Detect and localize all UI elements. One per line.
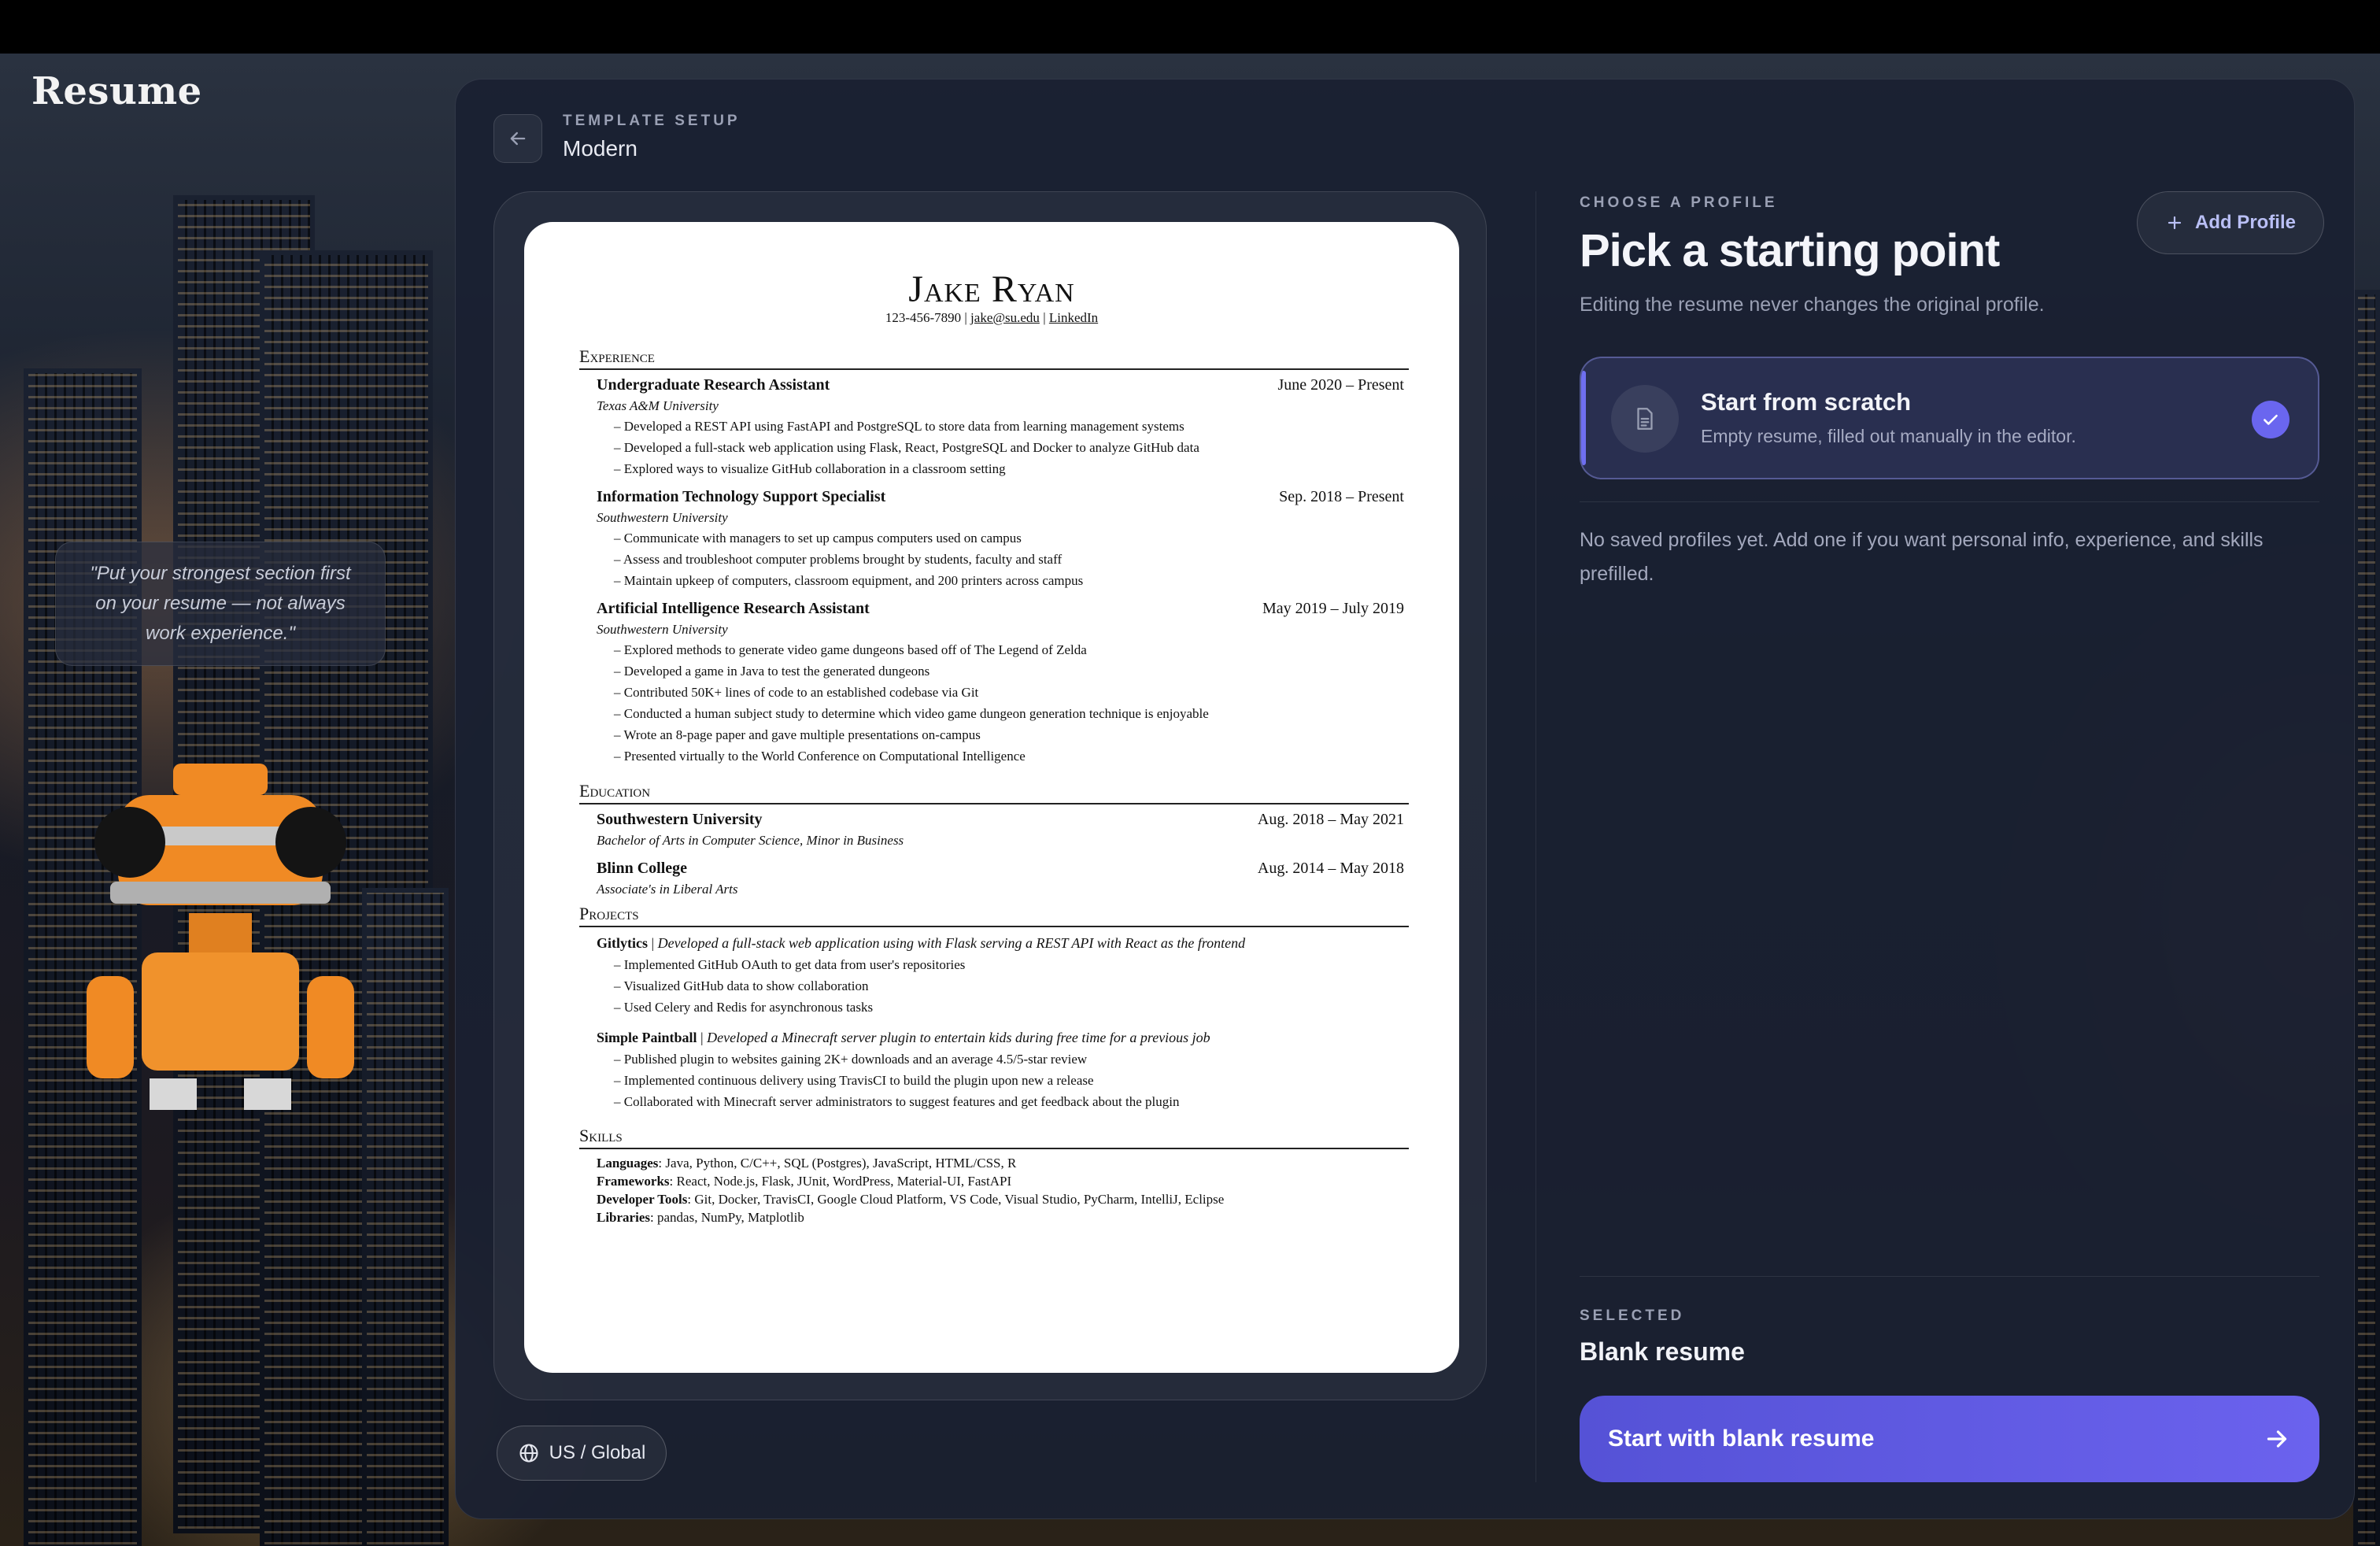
job-dates: Sep. 2018 – Present (1279, 488, 1404, 505)
bullet: – Assess and troubleshoot computer probl… (614, 552, 1062, 567)
bullet: – Implemented GitHub OAuth to get data f… (614, 957, 966, 972)
arrow-right-icon (2267, 1430, 2287, 1448)
divider (1580, 501, 2319, 502)
job-title: Artificial Intelligence Research Assista… (597, 600, 870, 617)
contact-phone: 123-456-7890 (885, 310, 962, 325)
bullet: – Used Celery and Redis for asynchronous… (614, 1000, 874, 1015)
bullet: – Developed a game in Java to test the g… (614, 664, 930, 679)
template-name: Modern (563, 136, 638, 161)
profile-column: CHOOSE A PROFILE Pick a starting point E… (1580, 80, 2324, 1518)
degree: Associate's in Liberal Arts (597, 882, 738, 897)
section-projects: Projects (579, 904, 1409, 927)
job-org: Texas A&M University (597, 398, 719, 413)
template-setup-panel: TEMPLATE SETUP Modern Jake Ryan 123-456-… (455, 79, 2355, 1519)
bullet: – Published plugin to websites gaining 2… (614, 1052, 1088, 1067)
option-subtitle: Empty resume, filled out manually in the… (1701, 426, 2076, 446)
start-blank-resume-button[interactable]: Start with blank resume (1580, 1396, 2319, 1482)
back-button[interactable] (493, 114, 542, 163)
profile-eyebrow: CHOOSE A PROFILE (1580, 194, 1778, 211)
building (362, 888, 449, 1546)
resume-preview: Jake Ryan 123-456-7890 | jake@su.edu | L… (524, 222, 1459, 1373)
job-dates: May 2019 – July 2019 (1262, 600, 1404, 617)
window-top-bar (0, 0, 2380, 54)
selected-eyebrow: SELECTED (1580, 1307, 1685, 1324)
robot-mascot-icon (87, 764, 354, 1110)
empty-profiles-message: No saved profiles yet. Add one if you wa… (1580, 529, 2264, 585)
bullet: – Developed a full-stack web application… (614, 440, 1199, 455)
bullet: – Developed a REST API using FastAPI and… (614, 419, 1184, 434)
option-title: Start from scratch (1701, 388, 1912, 416)
project-name: Gitlytics (597, 935, 648, 951)
bullet: – Conducted a human subject study to det… (614, 706, 1209, 721)
edu-dates: Aug. 2014 – May 2018 (1257, 860, 1404, 877)
project-row: Gitlytics | Developed a full-stack web a… (597, 935, 1246, 951)
bullet: – Communicate with managers to set up ca… (614, 531, 1022, 546)
contact-link: LinkedIn (1048, 310, 1099, 325)
job-org: Southwestern University (597, 622, 728, 637)
skill-line: Frameworks: React, Node.js, Flask, JUnit… (597, 1174, 1012, 1189)
job-title: Information Technology Support Specialis… (597, 488, 886, 505)
add-profile-label: Add Profile (2194, 212, 2296, 233)
job-title: Undergraduate Research Assistant (597, 376, 830, 394)
project-desc: Developed a Minecraft server plugin to e… (707, 1030, 1210, 1045)
selected-value: Blank resume (1580, 1337, 1745, 1366)
project-desc: Developed a full-stack web application u… (657, 935, 1246, 951)
profile-title: Pick a starting point (1580, 225, 2000, 276)
experience-row: Artificial Intelligence Research Assista… (597, 600, 1409, 618)
skill-line: Developer Tools: Git, Docker, TravisCI, … (597, 1192, 1225, 1207)
degree: Bachelor of Arts in Computer Science, Mi… (597, 833, 904, 848)
resume-contact: 123-456-7890 | jake@su.edu | LinkedIn (885, 310, 1099, 325)
project-name: Simple Paintball (597, 1030, 697, 1045)
school: Southwestern University (597, 811, 763, 828)
bullet: – Implemented continuous delivery using … (614, 1073, 1094, 1088)
add-profile-button[interactable]: Add Profile (2137, 191, 2324, 254)
skill-line: Languages: Java, Python, C/C++, SQL (Pos… (597, 1156, 1017, 1171)
profile-description: Editing the resume never changes the ori… (1580, 294, 2045, 316)
experience-row: Undergraduate Research Assistant June 202… (597, 376, 1409, 394)
job-dates: June 2020 – Present (1277, 376, 1404, 394)
document-icon (1611, 385, 1679, 453)
arrow-left-icon (510, 131, 526, 146)
skill-line: Libraries: pandas, NumPy, Matplotlib (597, 1210, 804, 1225)
check-icon (2252, 401, 2289, 438)
bullet: – Explored methods to generate video gam… (614, 642, 1087, 657)
header-eyebrow: TEMPLATE SETUP (563, 113, 741, 129)
cta-label: Start with blank resume (1608, 1426, 1875, 1452)
bullet: – Maintain upkeep of computers, classroo… (614, 573, 1084, 588)
bullet: – Visualized GitHub data to show collabo… (614, 978, 869, 993)
bullet: – Contributed 50K+ lines of code to an e… (614, 685, 979, 700)
start-from-scratch-option[interactable]: Start from scratch Empty resume, filled … (1580, 357, 2319, 479)
job-org: Southwestern University (597, 510, 728, 525)
contact-email: jake@su.edu (970, 310, 1040, 325)
bullet: – Wrote an 8-page paper and gave multipl… (614, 727, 981, 742)
section-education: Education (579, 781, 1409, 804)
section-skills: Skills (579, 1126, 1409, 1149)
bullet: – Explored ways to visualize GitHub coll… (614, 461, 1006, 476)
project-row: Simple Paintball | Developed a Minecraft… (597, 1030, 1210, 1045)
globe-icon (519, 1444, 538, 1463)
building (2353, 290, 2380, 1546)
education-row: Blinn College Aug. 2014 – May 2018 (597, 860, 1409, 878)
bullet: – Collaborated with Minecraft server adm… (614, 1094, 1180, 1109)
education-row: Southwestern University Aug. 2018 – May 2… (597, 811, 1409, 829)
resume-name: Jake Ryan (908, 268, 1075, 310)
region-label: US / Global (549, 1442, 646, 1463)
resume-preview-frame: Jake Ryan 123-456-7890 | jake@su.edu | L… (493, 191, 1487, 1400)
school: Blinn College (597, 860, 688, 877)
edu-dates: Aug. 2018 – May 2021 (1257, 811, 1404, 828)
plus-icon (2168, 216, 2182, 230)
app-brand: Resume (31, 69, 202, 113)
region-button[interactable]: US / Global (497, 1426, 667, 1481)
tip-quote: "Put your strongest section first on you… (55, 542, 386, 666)
experience-row: Information Technology Support Specialis… (597, 488, 1409, 506)
section-experience: Experience (579, 346, 1409, 370)
divider (1580, 1276, 2319, 1277)
bullet: – Presented virtually to the World Confe… (614, 749, 1026, 764)
